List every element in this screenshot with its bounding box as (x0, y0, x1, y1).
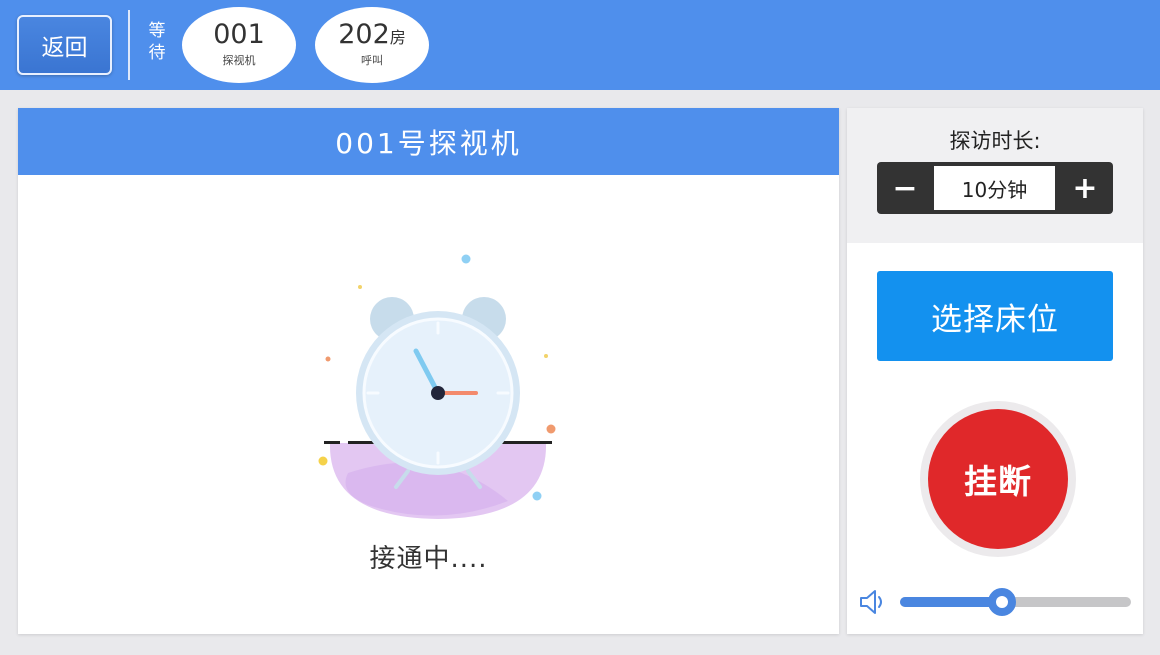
top-bar: 返回 等待 001 探视机 202房 呼叫 (0, 0, 1160, 90)
panel-title: 001号探视机 (18, 108, 839, 175)
call-status: 接通中.... (369, 544, 488, 574)
hangup-button[interactable]: 挂断 (928, 409, 1068, 549)
clock-illustration (318, 254, 556, 519)
queue-item-caption: 探视机 (222, 54, 256, 67)
queue-item-visitor-machine[interactable]: 001 探视机 (182, 7, 296, 83)
queue-item-room-call[interactable]: 202房 呼叫 (315, 7, 429, 83)
volume-thumb[interactable] (987, 588, 1016, 616)
call-panel: 001号探视机 接通中.... (18, 108, 839, 634)
queue-item-number: 202房 (338, 19, 406, 50)
decrease-duration-button[interactable]: − (877, 162, 933, 214)
speaker-icon[interactable] (857, 586, 889, 618)
volume-fill (900, 597, 1002, 607)
visit-duration-label: 探访时长: (949, 129, 1041, 153)
volume-slider[interactable] (900, 588, 1131, 616)
queue-item-caption: 呼叫 (361, 54, 383, 67)
increase-duration-button[interactable]: + (1057, 162, 1113, 214)
visit-duration-section: 探访时长: − 10分钟 + (847, 108, 1143, 243)
header-divider (128, 10, 130, 80)
select-bed-button[interactable]: 选择床位 (877, 271, 1113, 361)
wait-label: 等待 (148, 21, 166, 63)
queue-item-number: 001 (213, 19, 265, 50)
hangup-button-ring: 挂断 (920, 401, 1076, 557)
duration-value: 10分钟 (934, 166, 1055, 210)
duration-stepper: − 10分钟 + (877, 162, 1113, 214)
back-button[interactable]: 返回 (17, 15, 112, 75)
control-panel: 探访时长: − 10分钟 + 选择床位 挂断 (847, 108, 1143, 634)
